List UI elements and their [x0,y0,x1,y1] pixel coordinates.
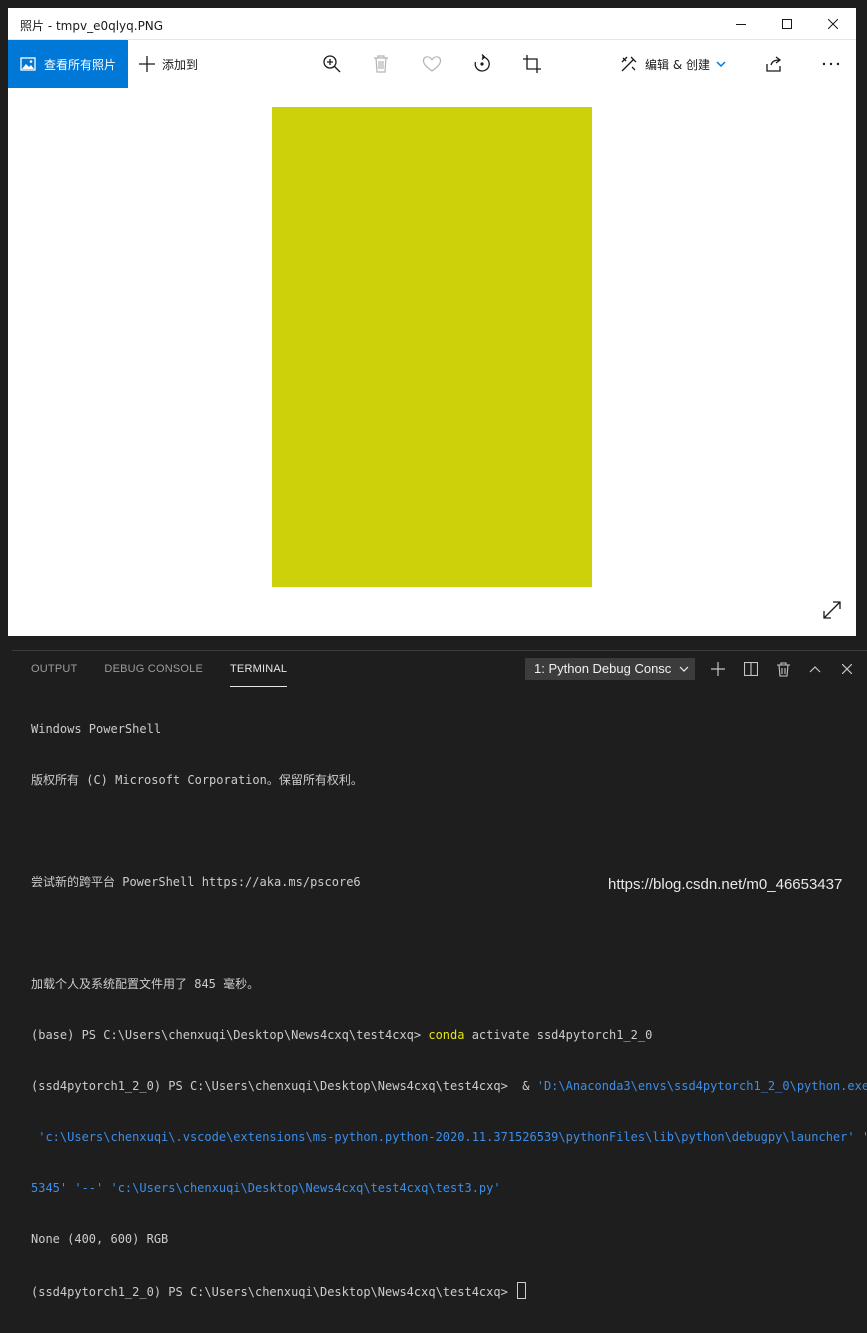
add-to-button[interactable]: 添加到 [138,40,198,88]
terminal-line: None (400, 600) RGB [31,1232,169,1246]
photo-icon [20,57,36,71]
rotate-button[interactable] [470,52,494,76]
close-panel-icon [842,664,852,674]
edit-icon [621,56,637,72]
terminal-output[interactable]: Windows PowerShell 版权所有 (C) Microsoft Co… [31,687,867,1333]
toolbar: 查看所有照片 添加到 编辑 & 创建 [8,40,856,88]
tab-debug-console[interactable]: DEBUG CONSOLE [104,651,203,687]
close-panel-button[interactable] [836,658,858,680]
close-icon [828,19,838,29]
terminal-selector[interactable]: 1: Python Debug Consc [525,658,695,680]
expand-icon [823,601,841,619]
split-terminal-icon [744,662,758,676]
kill-terminal-button[interactable] [772,658,794,680]
view-all-photos-label: 查看所有照片 [44,57,117,72]
terminal-selector-value: 1: Python Debug Consc [534,661,672,676]
terminal-command: conda [428,1028,465,1042]
image-canvas[interactable] [8,88,856,636]
terminal-line: (ssd4pytorch1_2_0) PS C:\Users\chenxuqi\… [31,1078,867,1095]
plus-icon [139,56,155,72]
tab-output[interactable]: OUTPUT [31,651,77,687]
displayed-image [272,107,592,587]
chevron-down-icon [679,666,689,672]
add-terminal-icon [711,662,725,676]
terminal-cursor [517,1282,527,1299]
minimize-icon [736,24,746,25]
maximize-icon [782,19,792,29]
crop-button[interactable] [520,52,544,76]
more-icon [822,62,840,66]
terminal-prompt: (base) PS C:\Users\chenxuqi\Desktop\News… [31,1028,429,1042]
terminal-args: activate ssd4pytorch1_2_0 [464,1028,653,1042]
terminal-line: (base) PS C:\Users\chenxuqi\Desktop\News… [31,1027,861,1044]
photos-window: 照片 - tmpv_e0qlyq.PNG 查看所有照片 添加到 编辑 & 创建 [8,8,856,636]
terminal-prompt: (ssd4pytorch1_2_0) PS C:\Users\chenxuqi\… [31,1285,516,1299]
terminal-line: 加载个人及系统配置文件用了 845 毫秒。 [31,977,260,991]
rotate-icon [474,54,490,72]
trash-icon [776,661,790,677]
terminal-string: 'D:\Anaconda3\envs\ssd4pytorch1_2_0\pyth… [536,1079,867,1093]
zoom-in-button[interactable] [320,52,344,76]
terminal-line: 'c:\Users\chenxuqi\.vscode\extensions\ms… [31,1130,867,1144]
full-screen-button[interactable] [820,598,844,622]
minimize-button[interactable] [718,8,764,40]
maximize-panel-icon [809,666,821,673]
split-terminal-button[interactable] [740,658,762,680]
title-bar[interactable]: 照片 - tmpv_e0qlyq.PNG [8,8,856,40]
terminal-line: 版权所有 (C) Microsoft Corporation。保留所有权利。 [31,773,363,787]
delete-button[interactable] [369,52,393,76]
maximize-button[interactable] [764,8,810,40]
edit-create-button[interactable]: 编辑 & 创建 [620,40,726,88]
share-button[interactable] [762,52,786,76]
add-to-label: 添加到 [162,57,199,72]
terminal-prompt: (ssd4pytorch1_2_0) PS C:\Users\chenxuqi\… [31,1079,537,1093]
bottom-panel: OUTPUT DEBUG CONSOLE TERMINAL 1: Python … [12,650,867,1299]
favorite-button[interactable] [420,52,444,76]
window-title: 照片 - tmpv_e0qlyq.PNG [20,19,164,33]
favorite-icon [422,56,442,72]
zoom-in-icon [323,55,341,73]
edit-create-label: 编辑 & 创建 [645,57,710,72]
panel-tabs: OUTPUT DEBUG CONSOLE TERMINAL [12,651,295,687]
terminal-line: (ssd4pytorch1_2_0) PS C:\Users\chenxuqi\… [31,1282,861,1299]
terminal-line: 5345' '--' 'c:\Users\chenxuqi\Desktop\Ne… [31,1181,501,1195]
share-icon [766,56,782,72]
maximize-panel-button[interactable] [804,658,826,680]
tab-terminal[interactable]: TERMINAL [230,651,288,687]
crop-icon [523,55,541,73]
chevron-down-icon [716,61,726,68]
new-terminal-button[interactable] [707,658,729,680]
delete-icon [374,55,388,73]
watermark: https://blog.csdn.net/m0_46653437 [608,876,843,893]
terminal-line: Windows PowerShell [31,722,162,736]
close-button[interactable] [810,8,856,40]
more-button[interactable] [819,52,843,76]
view-all-photos-button[interactable]: 查看所有照片 [8,40,128,88]
